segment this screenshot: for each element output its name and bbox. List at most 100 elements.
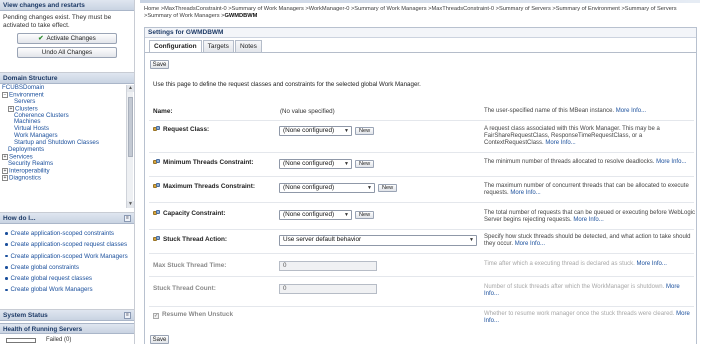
tree-scrollbar[interactable]: ▲ ▼ xyxy=(126,85,134,208)
tab-targets[interactable]: Targets xyxy=(202,40,234,52)
bullet-icon xyxy=(5,266,8,269)
how-do-i-panel: How do I... ≡ Create application-scoped c… xyxy=(0,212,134,304)
max-threads-label: Maximum Threads Constraint: xyxy=(153,183,255,190)
change-center-title[interactable]: View changes and restarts xyxy=(0,0,134,11)
request-class-select[interactable]: (None configured) ▼ xyxy=(279,126,352,136)
capacity-value: (None configured) xyxy=(283,211,335,218)
min-threads-new-button[interactable]: New xyxy=(355,160,375,168)
system-status-title: System Status ≡ xyxy=(0,310,134,321)
resume-help: Whether to resume work manager once the … xyxy=(484,311,696,325)
bullet-icon xyxy=(5,232,8,235)
scroll-down-icon[interactable]: ▼ xyxy=(127,201,134,208)
chevron-down-icon: ▼ xyxy=(367,185,372,191)
max-threads-label-text: Maximum Threads Constraint: xyxy=(163,183,255,190)
page-description: Use this page to define the request clas… xyxy=(153,81,421,88)
capacity-new-button[interactable]: New xyxy=(355,211,375,219)
how-do-i-link[interactable]: Create application-scoped request classe… xyxy=(11,241,128,248)
domain-structure-panel: Domain Structure FCUBSDomain − Environment… xyxy=(0,72,134,208)
more-info-link[interactable]: More Info... xyxy=(515,241,545,247)
min-threads-help: The minimum number of threads allocated … xyxy=(484,159,696,166)
resume-checkbox[interactable]: ✓ xyxy=(153,313,159,319)
capacity-select[interactable]: (None configured) ▼ xyxy=(279,210,352,220)
more-info-link[interactable]: More Info... xyxy=(573,217,603,223)
divider xyxy=(149,176,694,177)
min-threads-help-text: The minimum number of threads allocated … xyxy=(484,159,655,165)
stuck-time-input[interactable]: 0 xyxy=(279,261,377,271)
config-icon xyxy=(153,126,160,132)
tree-item[interactable]: + Diagnostics xyxy=(0,174,134,182)
settings-title: Settings for GWMDBWM xyxy=(145,28,696,38)
tree-item-label: Diagnostics xyxy=(9,174,41,182)
domain-structure-title: Domain Structure xyxy=(0,73,134,84)
resume-help-text: Whether to resume work manager once the … xyxy=(484,311,675,317)
how-do-i-link[interactable]: Create application-scoped Work Managers xyxy=(11,253,128,260)
stuck-count-input[interactable]: 0 xyxy=(279,284,377,294)
request-class-label-text: Request Class: xyxy=(163,126,210,133)
change-center-panel: View changes and restarts Pending change… xyxy=(0,0,134,66)
how-do-i-link[interactable]: Create global constraints xyxy=(11,264,79,271)
activate-changes-button[interactable]: ✔ Activate Changes xyxy=(17,33,117,44)
min-threads-select[interactable]: (None configured) ▼ xyxy=(279,159,352,169)
more-info-link[interactable]: More Info... xyxy=(656,159,686,165)
system-status-title-text: System Status xyxy=(3,312,48,319)
name-label: Name: xyxy=(153,108,173,115)
stuck-action-label: Stuck Thread Action: xyxy=(153,236,227,243)
how-do-i-link[interactable]: Create global Work Managers xyxy=(11,286,93,293)
bullet-icon xyxy=(5,288,8,292)
tree-item-label: Deployments xyxy=(8,146,45,154)
list-item: Create application-scoped constraints xyxy=(5,228,134,239)
pending-changes-message: Pending changes exist. They must be acti… xyxy=(3,14,112,29)
breadcrumb-current: GWMDBWM xyxy=(224,12,258,19)
list-item: Create global constraints xyxy=(5,262,134,273)
stuck-action-select[interactable]: Use server default behavior ▼ xyxy=(279,235,477,246)
scrollbar-thumb[interactable] xyxy=(128,97,133,157)
collapse-icon[interactable]: ≡ xyxy=(124,312,131,319)
expand-icon[interactable]: + xyxy=(2,174,8,181)
request-class-new-button[interactable]: New xyxy=(355,127,375,135)
tree-item-label: Security Realms xyxy=(8,159,54,167)
capacity-label: Capacity Constraint: xyxy=(153,210,226,217)
stuck-count-label: Stuck Thread Count: xyxy=(153,285,216,292)
how-do-i-link[interactable]: Create application-scoped constraints xyxy=(11,230,115,237)
max-threads-new-button[interactable]: New xyxy=(378,184,398,192)
activate-changes-label: Activate Changes xyxy=(46,35,96,42)
how-do-i-link[interactable]: Create global request classes xyxy=(11,275,93,282)
tab-bar: Configuration Targets Notes xyxy=(149,40,263,53)
max-threads-help: The maximum number of concurrent threads… xyxy=(484,183,696,197)
undo-all-changes-button[interactable]: Undo All Changes xyxy=(17,47,117,58)
tab-notes[interactable]: Notes xyxy=(234,40,262,52)
stuck-count-help: Number of stuck threads after which the … xyxy=(484,284,696,298)
config-icon xyxy=(153,183,160,189)
breadcrumb: Home >MaxThreadsConstraint-0 >Summary of… xyxy=(144,6,684,19)
system-status-panel: System Status ≡ Health of Running Servers… xyxy=(0,309,134,344)
more-info-link[interactable]: More Info... xyxy=(510,190,540,196)
max-threads-select[interactable]: (None configured) ▼ xyxy=(279,183,375,193)
save-button-top[interactable]: Save xyxy=(150,60,169,69)
min-threads-label: Minimum Threads Constraint: xyxy=(153,159,254,166)
stuck-action-label-text: Stuck Thread Action: xyxy=(163,236,228,243)
top-strip xyxy=(140,0,700,3)
collapse-icon[interactable]: − xyxy=(2,91,8,98)
how-do-i-title: How do I... ≡ xyxy=(0,213,134,224)
chevron-down-icon: ▼ xyxy=(469,237,474,243)
divider xyxy=(149,253,694,254)
min-threads-label-text: Minimum Threads Constraint: xyxy=(163,159,254,166)
divider xyxy=(149,152,694,153)
main-content: Home >MaxThreadsConstraint-0 >Summary of… xyxy=(140,0,710,344)
stuck-time-help: Time after which a executing thread is d… xyxy=(484,261,696,268)
expand-icon[interactable]: + xyxy=(2,167,8,174)
scroll-up-icon[interactable]: ▲ xyxy=(127,85,134,92)
more-info-link[interactable]: More Info... xyxy=(545,140,575,146)
how-do-i-list: Create application-scoped constraints Cre… xyxy=(0,224,134,296)
stuck-action-value: Use server default behavior xyxy=(283,236,362,243)
more-info-link[interactable]: More Info... xyxy=(616,108,646,114)
domain-tree: FCUBSDomain − Environment Servers + Clusters C… xyxy=(0,84,134,208)
more-info-link[interactable]: More Info... xyxy=(637,261,667,267)
check-icon: ✔ xyxy=(38,35,44,42)
capacity-label-text: Capacity Constraint: xyxy=(163,210,226,217)
stuck-time-label: Max Stuck Thread Time: xyxy=(153,262,227,269)
config-icon xyxy=(153,236,160,242)
save-button-bottom[interactable]: Save xyxy=(150,335,169,344)
collapse-icon[interactable]: ≡ xyxy=(124,215,131,222)
health-of-servers-heading: Health of Running Servers xyxy=(0,323,134,334)
